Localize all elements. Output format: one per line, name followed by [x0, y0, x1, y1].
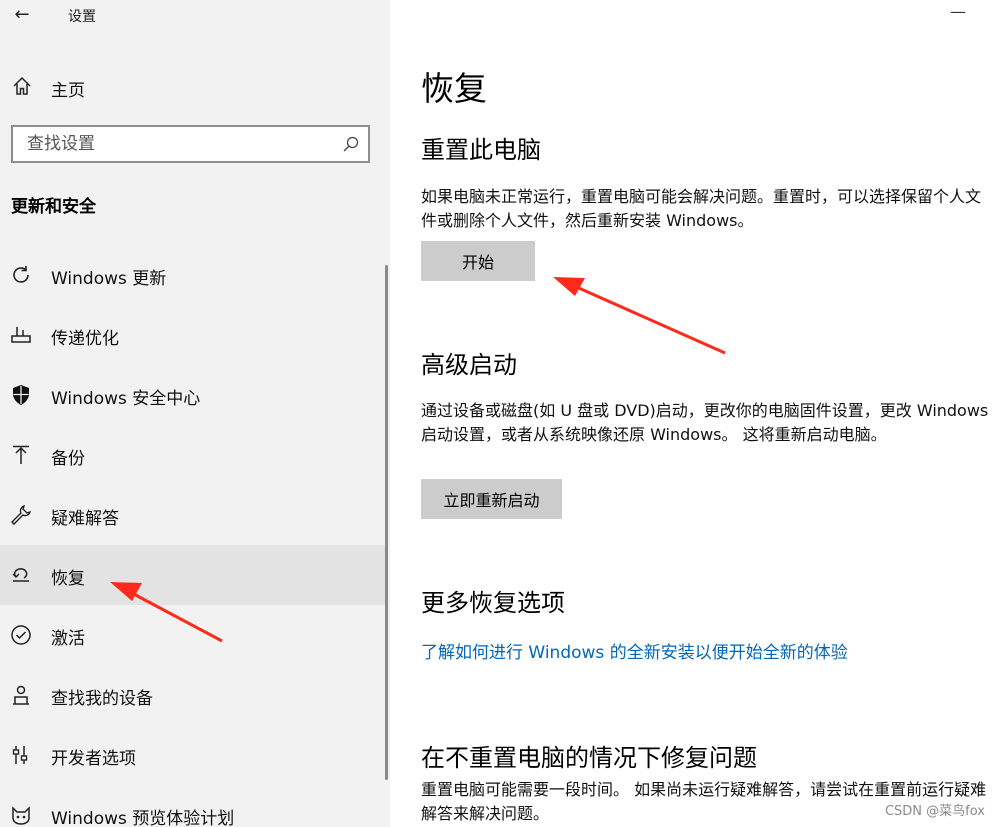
sidebar-item-recovery[interactable]: 恢复 — [0, 545, 388, 605]
sidebar-item-windows-update[interactable]: Windows 更新 — [0, 245, 388, 305]
search-box[interactable] — [11, 125, 370, 163]
sidebar-item-label: Windows 更新 — [51, 269, 167, 289]
minimize-icon[interactable]: — — [950, 2, 966, 21]
sidebar-scrollbar[interactable] — [385, 265, 388, 780]
search-input[interactable] — [13, 127, 333, 161]
sidebar-item-label: 疑难解答 — [51, 509, 119, 529]
home-nav-item[interactable]: 主页 — [0, 68, 385, 104]
sidebar-item-label: 恢复 — [51, 569, 85, 589]
sidebar-item-label: 查找我的设备 — [51, 689, 153, 709]
sidebar-item-activation[interactable]: 激活 — [0, 605, 388, 665]
advanced-startup-description: 通过设备或磁盘(如 U 盘或 DVD)启动，更改你的电脑固件设置，更改 Wind… — [421, 401, 989, 444]
find-device-icon — [10, 684, 32, 706]
developer-icon — [10, 744, 32, 766]
refresh-icon — [10, 264, 32, 286]
search-icon[interactable] — [342, 135, 360, 153]
sidebar-item-label: 激活 — [51, 629, 85, 649]
sidebar-item-troubleshoot[interactable]: 疑难解答 — [0, 485, 388, 545]
section-title: 更新和安全 — [11, 197, 96, 217]
shield-icon — [10, 384, 32, 406]
reset-heading: 重置此电脑 — [421, 136, 541, 164]
reset-start-button[interactable]: 开始 — [421, 241, 535, 281]
home-label: 主页 — [51, 81, 85, 101]
home-icon — [12, 76, 32, 96]
watermark: CSDN @菜鸟fox — [884, 804, 985, 819]
reset-description: 如果电脑未正常运行，重置电脑可能会解决问题。重置时，可以选择保留个人文件或删除个… — [421, 187, 982, 230]
recovery-icon — [10, 564, 32, 586]
backup-icon — [10, 444, 32, 466]
delivery-icon — [10, 324, 32, 346]
restart-now-button[interactable]: 立即重新启动 — [421, 479, 562, 519]
sidebar-item-backup[interactable]: 备份 — [0, 425, 388, 485]
sidebar-item-find-my-device[interactable]: 查找我的设备 — [0, 665, 388, 725]
sidebar-item-developer-options[interactable]: 开发者选项 — [0, 725, 388, 785]
more-options-heading: 更多恢复选项 — [421, 589, 565, 617]
sidebar-item-label: Windows 安全中心 — [51, 389, 201, 409]
advanced-startup-heading: 高级启动 — [421, 351, 517, 379]
sidebar-item-label: 传递优化 — [51, 329, 119, 349]
insider-icon — [10, 804, 32, 826]
sidebar-item-delivery-optimization[interactable]: 传递优化 — [0, 305, 388, 365]
sidebar-item-insider-program[interactable]: Windows 预览体验计划 — [0, 785, 388, 827]
sidebar-item-windows-security[interactable]: Windows 安全中心 — [0, 365, 388, 425]
wrench-icon — [10, 504, 32, 526]
clean-install-link[interactable]: 了解如何进行 Windows 的全新安装以便开始全新的体验 — [421, 638, 848, 663]
sidebar-item-label: 开发者选项 — [51, 749, 136, 769]
fix-heading: 在不重置电脑的情况下修复问题 — [421, 744, 757, 772]
page-title: 恢复 — [421, 69, 487, 108]
sidebar-item-label: 备份 — [51, 449, 85, 469]
back-arrow-icon[interactable]: ← — [12, 4, 32, 25]
sidebar: ← 设置 主页 更新和安全 Windows 更新 传递优化 Windows 安全… — [0, 0, 390, 827]
main-content: — 恢复 重置此电脑 如果电脑未正常运行，重置电脑可能会解决问题。重置时，可以选… — [390, 0, 999, 827]
window-title: 设置 — [68, 9, 96, 25]
sidebar-item-label: Windows 预览体验计划 — [51, 809, 235, 827]
check-circle-icon — [10, 624, 32, 646]
